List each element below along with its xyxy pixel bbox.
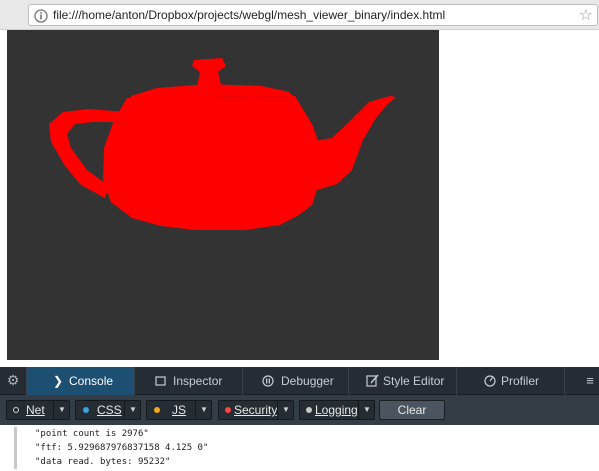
filter-js-label: JS — [172, 403, 187, 417]
devtools-panel: ⚙ ❯ Console Inspector Debugger Style Edi… — [0, 367, 599, 471]
js-dot-icon — [154, 407, 160, 413]
tab-style-editor-label: Style Editor — [383, 374, 445, 388]
menu-icon: ≡ — [586, 373, 594, 388]
net-dot-icon — [13, 407, 19, 413]
tab-style-editor[interactable]: Style Editor — [348, 367, 456, 395]
teapot-lid — [192, 58, 226, 86]
tab-console-label: Console — [69, 374, 114, 388]
filter-js-button[interactable]: JS ▼ — [146, 400, 212, 420]
security-dot-icon — [225, 407, 231, 413]
devtools-tabbar: ⚙ ❯ Console Inspector Debugger Style Edi… — [0, 367, 599, 395]
inspector-icon — [153, 367, 167, 395]
address-bar[interactable]: file:///home/anton/Dropbox/projects/webg… — [28, 4, 598, 26]
filter-security-label: Security — [234, 403, 278, 417]
star-icon[interactable]: ☆ — [579, 6, 593, 24]
page-icon — [34, 8, 48, 23]
tab-console[interactable]: ❯ Console — [26, 367, 134, 395]
filter-net-button[interactable]: Net ▼ — [6, 400, 70, 420]
chevron-down-icon[interactable]: ▼ — [53, 401, 70, 419]
browser-toolbar: file:///home/anton/Dropbox/projects/webg… — [0, 0, 599, 30]
chevron-down-icon[interactable]: ▼ — [277, 401, 294, 419]
console-output: "point count is 2976" "ftf: 5.9296879768… — [0, 425, 599, 471]
tab-profiler-label: Profiler — [501, 374, 540, 388]
webgl-canvas[interactable] — [7, 30, 439, 360]
tab-profiler[interactable]: Profiler — [456, 367, 564, 395]
console-message: "ftf: 5.929687976837158 4.125 0" — [14, 441, 594, 455]
style-editor-icon — [365, 367, 379, 395]
console-filter-toolbar: Net ▼ CSS ▼ JS ▼ Security ▼ Logging ▼ Cl… — [0, 395, 599, 425]
url-text[interactable]: file:///home/anton/Dropbox/projects/webg… — [53, 8, 445, 22]
filter-logging-label: Logging — [315, 403, 358, 417]
filter-net-label: Net — [26, 403, 45, 417]
console-chevron-icon: ❯ — [52, 374, 64, 388]
tab-debugger[interactable]: Debugger — [242, 367, 348, 395]
logging-dot-icon — [306, 407, 312, 413]
css-dot-icon — [83, 407, 89, 413]
filter-css-label: CSS — [97, 403, 122, 417]
page-content — [0, 30, 599, 367]
teapot-body — [103, 96, 321, 230]
filter-css-button[interactable]: CSS ▼ — [75, 400, 141, 420]
tab-debugger-label: Debugger — [281, 374, 334, 388]
filter-logging-button[interactable]: Logging ▼ — [299, 400, 375, 420]
chevron-down-icon[interactable]: ▼ — [195, 401, 212, 419]
tab-inspector[interactable]: Inspector — [134, 367, 242, 395]
clear-button[interactable]: Clear — [379, 400, 445, 420]
tab-inspector-label: Inspector — [173, 374, 223, 388]
debugger-icon — [261, 367, 275, 395]
console-message: "data read. bytes: 95232" — [14, 455, 594, 469]
tab-overflow[interactable]: ≡ — [564, 367, 599, 395]
console-message: "point count is 2976" — [14, 427, 594, 441]
filter-security-button[interactable]: Security ▼ — [218, 400, 294, 420]
chevron-down-icon[interactable]: ▼ — [124, 401, 141, 419]
teapot-spout — [310, 96, 396, 190]
gear-icon[interactable]: ⚙ — [0, 367, 26, 395]
teapot-render — [49, 58, 396, 230]
chevron-down-icon[interactable]: ▼ — [358, 401, 375, 419]
profiler-icon — [483, 367, 497, 395]
